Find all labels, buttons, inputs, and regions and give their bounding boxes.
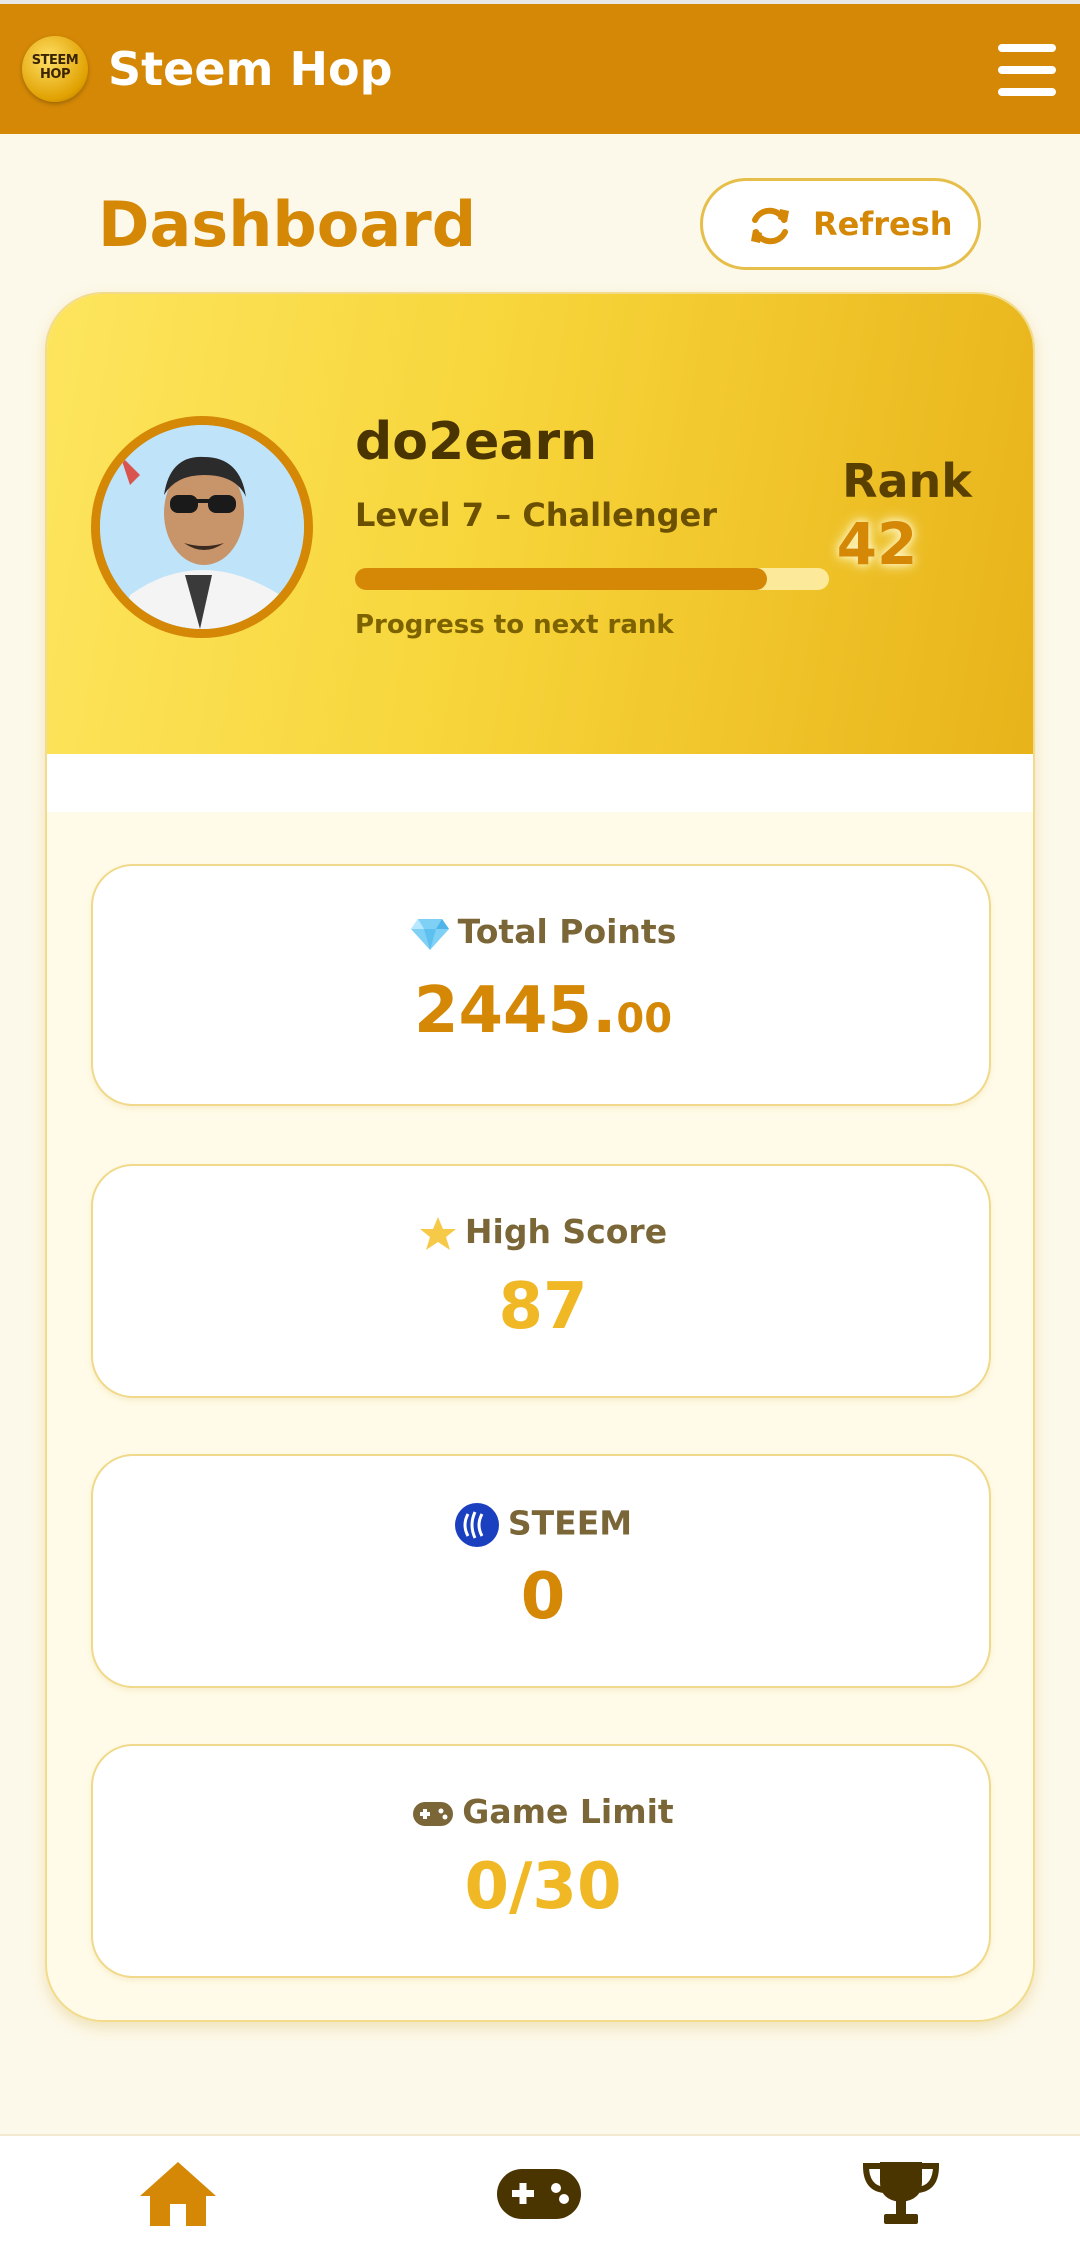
total-points-int: 2445.: [413, 974, 617, 1048]
app-logo[interactable]: STEEM HOP: [22, 36, 88, 102]
rank-progress-bar: [355, 568, 829, 590]
progress-label: Progress to next rank: [355, 610, 674, 640]
hero-divider: [47, 754, 1033, 812]
high-score-header: High Score: [93, 1212, 993, 1252]
avatar-photo: [100, 425, 304, 629]
username: do2earn: [355, 412, 598, 472]
steem-card: STEEM 0: [91, 1454, 991, 1688]
rank-progress-fill: [355, 568, 768, 590]
total-points-value: 2445.00: [93, 974, 993, 1048]
steem-label: STEEM: [507, 1503, 633, 1543]
page-title: Dashboard: [98, 188, 477, 261]
steem-logo-icon: [454, 1503, 499, 1547]
profile-hero: do2earn Level 7 – Challenger Progress to…: [47, 294, 1033, 754]
total-points-card: Total Points 2445.00: [91, 864, 991, 1106]
rank-label: Rank: [842, 454, 972, 508]
game-limit-header: Game Limit: [93, 1792, 993, 1831]
rank-value: 42: [836, 510, 918, 578]
high-score-card: High Score 87: [91, 1164, 991, 1398]
gem-icon: [410, 918, 449, 950]
steem-value: 0: [520, 1560, 566, 1634]
app-title: Steem Hop: [108, 42, 393, 96]
total-points-header: Total Points: [93, 912, 993, 951]
refresh-label: Refresh: [813, 205, 953, 243]
star-icon: [419, 1216, 456, 1250]
total-points-label: Total Points: [457, 912, 677, 951]
bottom-nav: [0, 2134, 1080, 2246]
level-label: Level 7 – Challenger: [355, 496, 717, 534]
nav-games[interactable]: [496, 2168, 582, 2224]
gamepad-icon: [413, 1801, 454, 1826]
game-limit-card: Game Limit 0/30: [91, 1744, 991, 1978]
avatar[interactable]: [91, 416, 313, 638]
app-header: STEEM HOP Steem Hop: [0, 0, 1080, 134]
high-score-value: 87: [498, 1270, 588, 1344]
trophy-icon: [862, 2162, 940, 2224]
nav-leaderboard[interactable]: [862, 2160, 940, 2230]
hamburger-menu-icon[interactable]: [998, 44, 1058, 96]
total-points-decimal: 00: [616, 996, 673, 1042]
refresh-icon: [751, 207, 789, 245]
logo-text: STEEM HOP: [31, 53, 79, 82]
profile-card: do2earn Level 7 – Challenger Progress to…: [45, 292, 1035, 2022]
game-limit-label: Game Limit: [462, 1792, 674, 1831]
home-icon: [140, 2162, 216, 2226]
nav-home[interactable]: [138, 2160, 218, 2232]
gamepad-icon: [497, 2169, 581, 2219]
game-limit-value: 0/30: [464, 1850, 622, 1924]
high-score-label: High Score: [464, 1212, 668, 1251]
steem-header: STEEM: [93, 1502, 993, 1548]
refresh-button[interactable]: Refresh: [700, 178, 981, 270]
